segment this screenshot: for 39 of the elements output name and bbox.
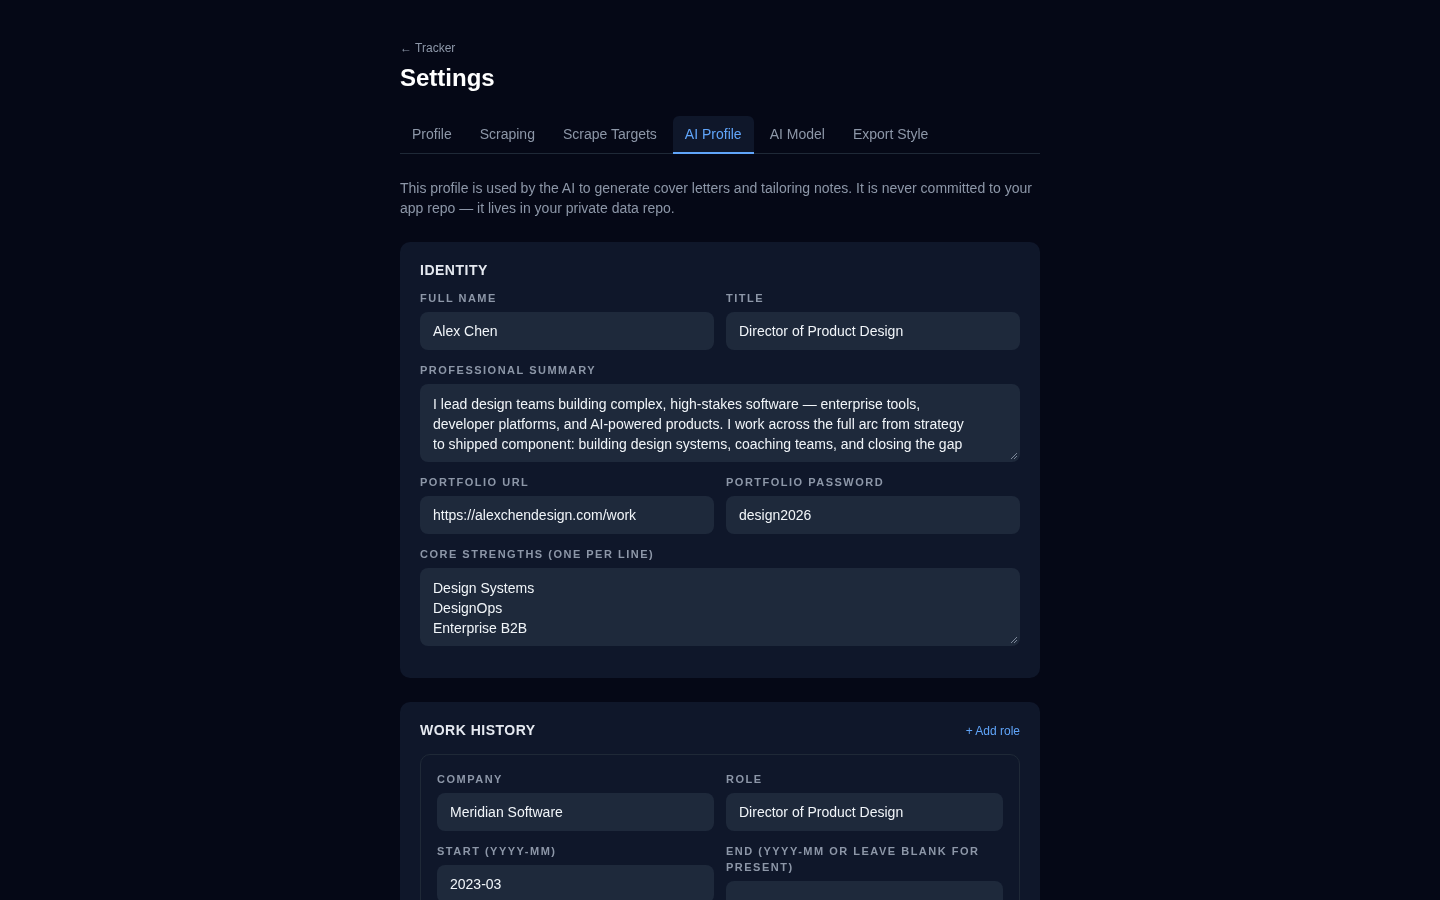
text-line: I lead design teams building complex, high-stakes software — enterprise tools, [433,395,921,414]
tab[interactable]: Scraping [467,116,547,154]
tab[interactable]: Export Style [840,116,941,154]
text-line: developer platforms, and AI-powered products. I work across the full arc from strategy [433,415,964,434]
input-field[interactable]: 2023-03 [437,865,714,900]
field-label: PORTFOLIO PASSWORD [726,475,886,490]
text-line: to shipped component: building design systems, coaching teams, and closing the gap [433,435,963,454]
section-heading: IDENTITY [420,262,489,278]
text-line: Enterprise B2B [433,619,528,638]
field-label: END (YYYY-MM OR LEAVE BLANK FOR PRESENT) [726,844,981,875]
input-field[interactable]: Director of Product Design [726,312,1020,350]
description: This profile is used by the AI to generate cover letters and tailoring notes. It is never committed to your app repo — it lives in your private data repo. [400,179,1033,218]
tab[interactable]: AI Model [757,116,837,154]
text-line: Design Systems [433,579,535,598]
input-field[interactable]: design2026 [726,496,1020,534]
text-line: DesignOps [433,599,503,618]
field-label: PORTFOLIO URL [420,475,531,490]
field-label: ROLE [726,772,764,787]
tab[interactable]: Profile [400,116,464,154]
input-field[interactable]: Director of Product Design [726,793,1003,831]
field-label: TITLE [726,291,766,306]
resize-grip-icon[interactable] [1010,636,1018,644]
resize-grip-icon[interactable] [1010,452,1018,460]
field-label: CORE STRENGTHS (ONE PER LINE) [420,547,656,562]
page-title: Settings [400,63,496,93]
back-link[interactable]: ← Tracker [400,41,456,55]
section-heading: WORK HISTORY [420,722,536,738]
field-label: START (YYYY-MM) [437,844,558,859]
add-role-link[interactable]: + Add role [965,724,1020,738]
field-label: COMPANY [437,772,504,787]
text-area[interactable] [420,384,1020,462]
input-field[interactable]: https://alexchendesign.com/work [420,496,714,534]
field-label: FULL NAME [420,291,498,306]
text-area[interactable]: Design Systems DesignOps Enterprise B2B [420,568,1020,646]
tab[interactable]: AI Profile [672,116,754,154]
input-field[interactable]: Alex Chen [420,312,714,350]
field-label: PROFESSIONAL SUMMARY [420,363,598,378]
input-field[interactable]: Meridian Software [437,793,714,831]
tab[interactable]: Scrape Targets [550,116,669,154]
